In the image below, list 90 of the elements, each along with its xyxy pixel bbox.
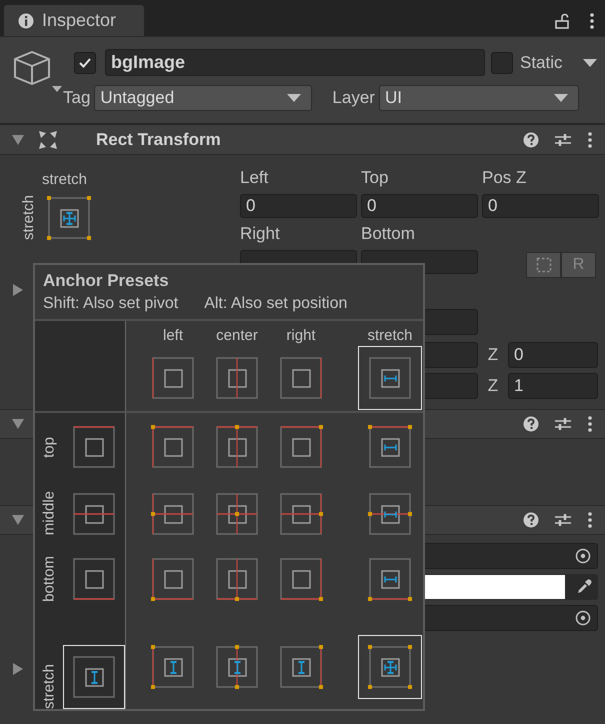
settings-sliders-icon[interactable] <box>554 512 572 528</box>
inspector-tab[interactable]: Inspector <box>4 5 144 36</box>
rect-transform-icon <box>38 130 58 150</box>
collapse-arrow-icon[interactable] <box>12 134 24 146</box>
component-header[interactable]: Rect Transform <box>0 125 605 155</box>
row-label: stretch <box>40 664 58 709</box>
row-label: middle <box>40 491 58 536</box>
anchor-icon <box>367 556 413 602</box>
field-label: Right <box>240 224 281 245</box>
row-label: bottom <box>40 556 58 602</box>
more-icon[interactable] <box>587 415 593 433</box>
anchor-icon <box>278 556 324 602</box>
anchor-icon <box>214 490 260 536</box>
anchor-icon <box>278 424 324 470</box>
collapse-arrow-icon[interactable] <box>12 418 24 430</box>
row-label: top <box>40 436 58 458</box>
help-icon[interactable] <box>523 512 539 528</box>
column-label: right <box>286 327 316 344</box>
more-icon[interactable] <box>587 130 593 148</box>
anchor-icon <box>150 355 196 401</box>
anchor-icon <box>278 490 324 536</box>
anchor-icon <box>214 424 260 470</box>
tag-label: Tag <box>63 88 90 108</box>
number-field[interactable]: 0 <box>482 194 599 218</box>
blueprint-mode-button[interactable] <box>526 252 561 278</box>
anchor-icon <box>150 644 196 690</box>
column-label: left <box>162 327 183 344</box>
column-label: stretch <box>367 327 412 344</box>
tag-dropdown[interactable]: Untagged <box>94 85 312 111</box>
field-label: Pos Z <box>482 168 528 189</box>
settings-sliders-icon[interactable] <box>554 132 572 148</box>
anchor-icon <box>367 424 413 470</box>
field-label: Left <box>240 168 270 189</box>
info-icon <box>18 12 34 28</box>
help-icon[interactable] <box>523 132 539 148</box>
check-icon <box>78 56 92 70</box>
anchor-icon <box>71 490 117 536</box>
target-icon[interactable] <box>575 610 591 626</box>
help-icon[interactable] <box>523 416 539 432</box>
anchor-icon <box>71 424 117 470</box>
number-field[interactable]: 0 <box>508 342 598 368</box>
z-label: Z <box>486 376 500 396</box>
name-field[interactable]: bgImage <box>105 49 485 76</box>
more-icon[interactable] <box>587 511 593 529</box>
anchor-preset-button[interactable] <box>358 635 422 699</box>
number-field[interactable]: 1 <box>508 372 598 398</box>
anchor-icon <box>278 644 324 690</box>
settings-sliders-icon[interactable] <box>554 416 572 432</box>
anchor-icon <box>367 355 413 401</box>
z-label: Z <box>486 344 500 364</box>
field-label: Bottom <box>361 224 416 245</box>
anchor-preset-button[interactable] <box>63 645 125 709</box>
eyedropper-icon[interactable] <box>576 579 592 595</box>
layer-label: Layer <box>332 88 375 108</box>
layer-dropdown[interactable]: UI <box>378 85 579 111</box>
dropdown-arrow-icon <box>554 93 568 103</box>
field-label: Top <box>361 168 390 189</box>
active-checkbox[interactable] <box>74 52 96 74</box>
anchor-icon <box>367 490 413 536</box>
expand-arrow-icon[interactable] <box>12 663 24 675</box>
anchor-icon <box>278 355 324 401</box>
target-icon[interactable] <box>575 548 591 564</box>
anchor-icon <box>214 355 260 401</box>
anchor-preset-button[interactable] <box>358 346 422 410</box>
static-label: Static <box>520 52 563 72</box>
dropdown-arrow-icon <box>287 93 302 103</box>
collapse-arrow-icon[interactable] <box>12 514 24 526</box>
dashed-square-icon <box>536 257 552 273</box>
dropdown-arrow-icon[interactable] <box>582 58 597 68</box>
anchor-icon <box>46 195 92 241</box>
anchor-icon <box>71 654 117 700</box>
anchor-icon <box>214 556 260 602</box>
anchor-horizontal-label: stretch <box>42 171 88 188</box>
popup-title: Anchor Presets <box>43 271 170 291</box>
number-field[interactable]: 0 <box>361 194 478 218</box>
anchor-icon <box>150 424 196 470</box>
anchor-icon <box>214 644 260 690</box>
column-label: center <box>216 327 258 344</box>
anchor-icon <box>150 490 196 536</box>
hint-text: Shift: Also set pivot <box>43 295 178 313</box>
anchor-icon <box>367 644 413 690</box>
hint-text: Alt: Also set position <box>204 295 348 313</box>
number-field[interactable]: 0 <box>240 194 357 218</box>
anchor-vertical-label: stretch <box>20 195 37 240</box>
static-checkbox[interactable] <box>491 52 513 74</box>
more-icon[interactable] <box>589 12 595 30</box>
anchor-icon <box>150 556 196 602</box>
anchor-icon <box>71 556 117 602</box>
expand-arrow-icon[interactable] <box>12 284 24 296</box>
lock-icon[interactable] <box>555 12 569 28</box>
